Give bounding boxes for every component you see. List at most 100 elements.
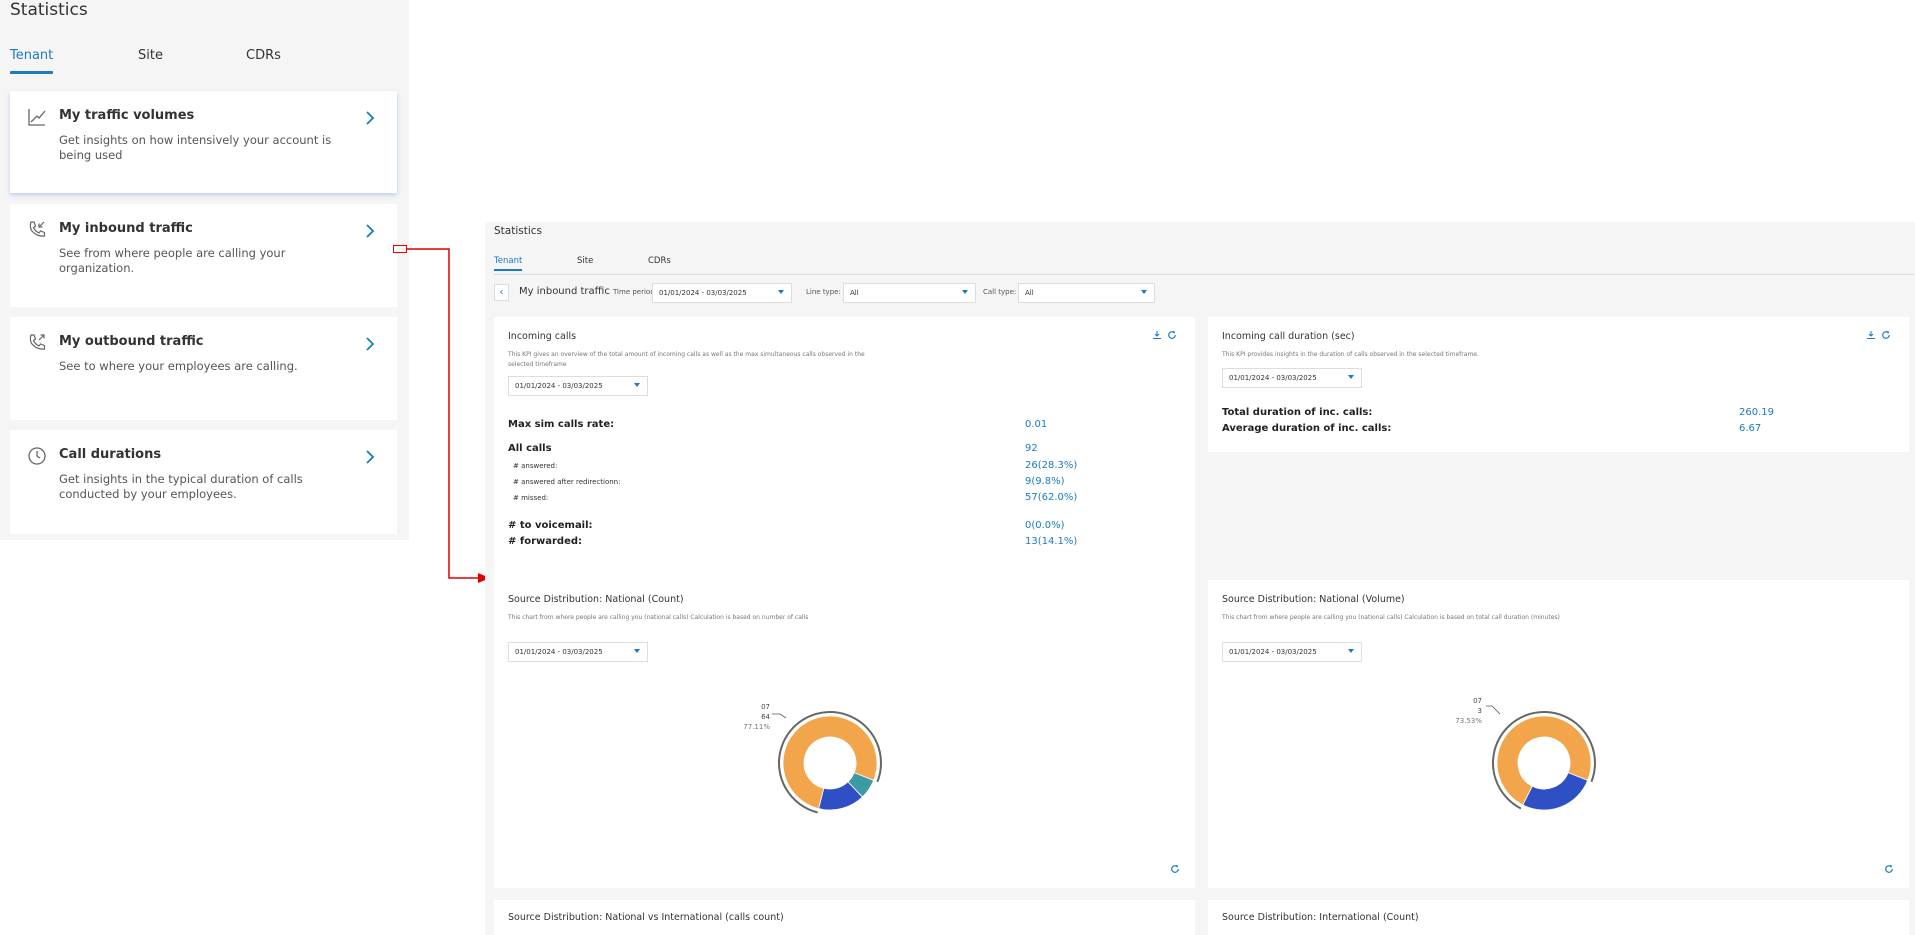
card-call-durations[interactable]: Call durations Get insights in the typic… xyxy=(10,430,397,534)
card-traffic-volumes[interactable]: My traffic volumes Get insights on how i… xyxy=(10,91,397,193)
national-volume-donut xyxy=(1486,705,1596,811)
average-duration-value: 6.67 xyxy=(1739,423,1762,434)
max-sim-value: 0.01 xyxy=(1025,419,1048,430)
date-range-value: 01/01/2024 - 03/03/2025 xyxy=(515,648,603,656)
date-range-select[interactable]: 01/01/2024 - 03/03/2025 xyxy=(1222,368,1362,388)
tab-tenant[interactable]: Tenant xyxy=(494,256,522,266)
time-period-label: Time period: xyxy=(613,288,658,296)
callout-line: 07 xyxy=(1473,697,1482,705)
tab-site[interactable]: Site xyxy=(577,256,593,266)
refresh-icon[interactable] xyxy=(1881,330,1891,340)
date-range-value: 01/01/2024 - 03/03/2025 xyxy=(1229,374,1317,382)
panel-title: Source Distribution: National vs Interna… xyxy=(508,912,784,923)
refresh-icon[interactable] xyxy=(1170,864,1180,874)
national-volume-panel: Source Distribution: National (Volume) T… xyxy=(1208,580,1909,888)
chevron-right-icon[interactable] xyxy=(365,224,375,238)
incoming-calls-panel: Incoming calls This KPI gives an overvie… xyxy=(494,317,1195,588)
missed-label: # missed: xyxy=(513,494,549,502)
chevron-down-icon xyxy=(1348,649,1354,653)
download-icon[interactable] xyxy=(1866,330,1876,340)
forwarded-label: # forwarded: xyxy=(508,536,583,547)
chevron-right-icon[interactable] xyxy=(365,337,375,351)
download-icon[interactable] xyxy=(1152,330,1162,340)
national-count-panel: Source Distribution: National (Count) Th… xyxy=(494,580,1195,888)
international-count-panel: Source Distribution: International (Coun… xyxy=(1208,900,1909,935)
page-title: Statistics xyxy=(10,0,88,20)
forwarded-value: 13(14.1%) xyxy=(1025,536,1078,547)
card-title: My inbound traffic xyxy=(59,221,193,236)
panel-title: Incoming calls xyxy=(508,331,577,342)
card-title: My outbound traffic xyxy=(59,334,204,349)
panel-title: Incoming call duration (sec) xyxy=(1222,331,1355,342)
card-title: Call durations xyxy=(59,447,162,462)
missed-value: 57(62.0%) xyxy=(1025,492,1078,503)
time-period-select[interactable]: 01/01/2024 - 03/03/2025 xyxy=(652,283,792,303)
tab-cdrs[interactable]: CDRs xyxy=(648,256,671,266)
call-type-value: All xyxy=(1025,289,1034,297)
panel-title: Source Distribution: International (Coun… xyxy=(1222,912,1419,923)
card-description: See from where people are calling your o… xyxy=(59,246,286,275)
card-title: My traffic volumes xyxy=(59,108,195,123)
chevron-down-icon xyxy=(1348,375,1354,379)
answered-value: 26(28.3%) xyxy=(1025,460,1078,471)
statistics-panel-left: Statistics Tenant Site CDRs My traffic v… xyxy=(0,0,409,540)
tab-cdrs[interactable]: CDRs xyxy=(246,48,281,63)
callout-line: 07 xyxy=(761,703,770,711)
total-duration-label: Total duration of inc. calls: xyxy=(1222,407,1373,418)
refresh-icon[interactable] xyxy=(1884,864,1894,874)
call-type-select[interactable]: All xyxy=(1018,283,1155,303)
date-range-select[interactable]: 01/01/2024 - 03/03/2025 xyxy=(1222,642,1362,662)
answered-redirection-label: # answered after redirectionn: xyxy=(513,478,621,486)
panel-description: This KPI gives an overview of the total … xyxy=(508,351,865,368)
active-tab-indicator xyxy=(494,269,522,271)
card-outbound-traffic[interactable]: My outbound traffic See to where your em… xyxy=(10,317,397,420)
chevron-down-icon xyxy=(962,290,968,294)
panel-title: Source Distribution: National (Count) xyxy=(508,594,684,605)
page-title: Statistics xyxy=(494,225,542,237)
line-type-label: Line type: xyxy=(806,288,841,296)
chart-line-icon xyxy=(28,109,46,126)
national-count-donut xyxy=(772,711,882,814)
chevron-down-icon xyxy=(634,649,640,653)
national-vs-international-panel: Source Distribution: National vs Interna… xyxy=(494,900,1195,935)
card-description: Get insights on how intensively your acc… xyxy=(59,133,332,162)
active-tab-indicator xyxy=(10,71,53,74)
time-period-value: 01/01/2024 - 03/03/2025 xyxy=(659,289,747,297)
date-range-select[interactable]: 01/01/2024 - 03/03/2025 xyxy=(508,642,648,662)
chevron-right-icon[interactable] xyxy=(365,111,375,125)
clock-icon xyxy=(28,447,46,465)
panel-description: This chart from where people are calling… xyxy=(1222,614,1560,621)
card-inbound-traffic[interactable]: My inbound traffic See from where people… xyxy=(10,204,397,307)
filter-page-title: My inbound traffic xyxy=(519,286,610,297)
tab-bar: Tenant Site CDRs xyxy=(494,254,1914,275)
phone-outgoing-icon xyxy=(29,334,46,350)
all-calls-value: 92 xyxy=(1025,443,1038,454)
statistics-panel-right: Statistics Tenant Site CDRs ‹ My inbound… xyxy=(485,222,1915,935)
donut-callout: 07 64 77.11% xyxy=(734,702,770,732)
panel-description: This KPI provides insights in the durati… xyxy=(1222,351,1479,358)
chevron-right-icon[interactable] xyxy=(365,450,375,464)
phone-incoming-icon xyxy=(29,221,46,237)
card-description: See to where your employees are calling. xyxy=(59,359,298,373)
all-calls-label: All calls xyxy=(508,443,552,454)
panel-description: This chart from where people are calling… xyxy=(508,614,809,621)
highlight-box xyxy=(393,245,407,253)
callout-line: 3 xyxy=(1477,707,1482,715)
back-button[interactable]: ‹ xyxy=(494,284,509,301)
date-range-value: 01/01/2024 - 03/03/2025 xyxy=(515,382,603,390)
refresh-icon[interactable] xyxy=(1167,330,1177,340)
date-range-select[interactable]: 01/01/2024 - 03/03/2025 xyxy=(508,376,648,396)
donut-slice[interactable] xyxy=(1522,772,1589,811)
tab-site[interactable]: Site xyxy=(138,48,163,63)
answered-redirection-value: 9(9.8%) xyxy=(1025,476,1065,487)
incoming-duration-panel: Incoming call duration (sec) This KPI pr… xyxy=(1208,317,1909,452)
chevron-down-icon xyxy=(778,290,784,294)
tab-bar: Tenant Site CDRs xyxy=(10,48,400,76)
total-duration-value: 260.19 xyxy=(1739,407,1774,418)
line-type-select[interactable]: All xyxy=(843,283,976,303)
voicemail-value: 0(0.0%) xyxy=(1025,520,1065,531)
callout-line: 73.53% xyxy=(1455,717,1482,725)
donut-callout: 07 3 73.53% xyxy=(1446,696,1482,726)
tab-tenant[interactable]: Tenant xyxy=(10,48,53,63)
answered-label: # answered: xyxy=(513,462,558,470)
